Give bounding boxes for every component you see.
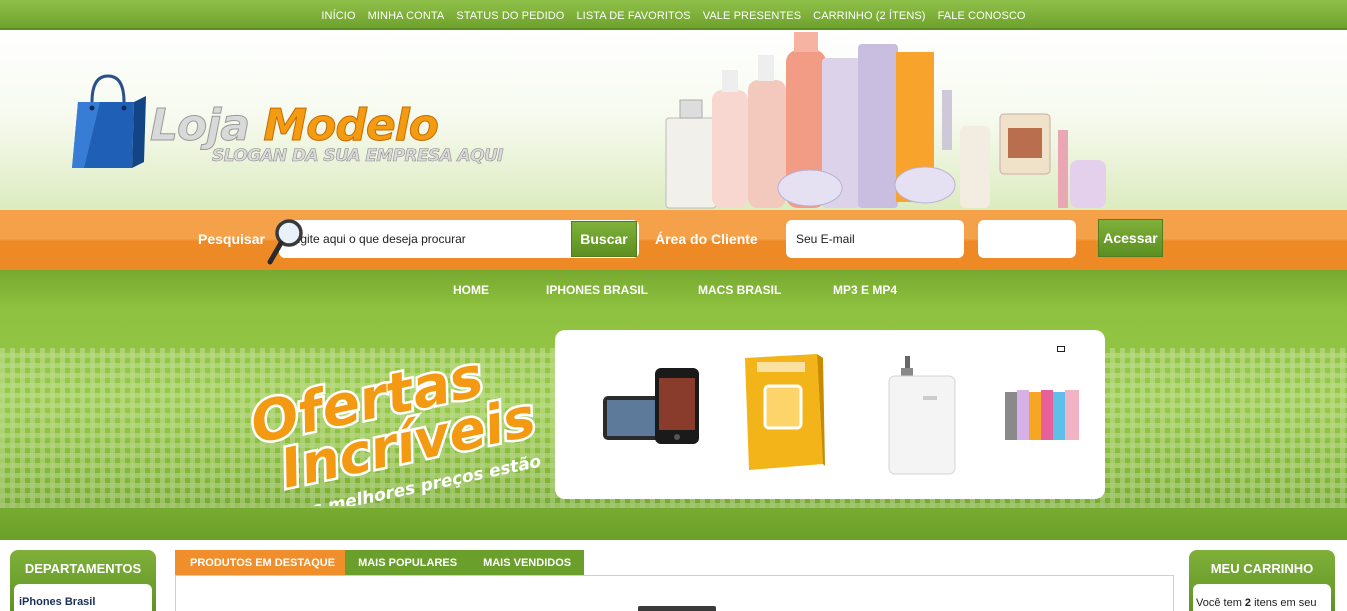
store-logo[interactable]: Loja Modelo	[149, 100, 440, 152]
top-nav-inicio[interactable]: INÍCIO	[315, 10, 361, 22]
menu-item-macs-brasil[interactable]: MACS BRASIL	[698, 283, 781, 297]
department-item-iphones-brasil[interactable]: iPhones Brasil	[17, 596, 149, 608]
password-field[interactable]	[978, 220, 1076, 258]
search-label: Pesquisar	[198, 231, 265, 247]
ofertas-headline[interactable]: Ofertas Incríveis os melhores preços est…	[244, 336, 544, 506]
client-area-label: Área do Cliente	[655, 231, 758, 247]
site-header: Loja Modelo SLOGAN DA SUA EMPRESA AQUI	[0, 30, 1347, 210]
top-navigation-bar: INÍCIO MINHA CONTA STATUS DO PEDIDO LIST…	[0, 0, 1347, 30]
top-nav-list: INÍCIO MINHA CONTA STATUS DO PEDIDO LIST…	[0, 0, 1347, 22]
product-thumbnail-top[interactable]	[638, 606, 716, 611]
top-nav-fale-conosco[interactable]: FALE CONOSCO	[932, 10, 1032, 22]
tab-content-panel	[175, 575, 1174, 611]
email-field[interactable]: Seu E-mail	[786, 220, 964, 258]
menu-item-iphones-brasil[interactable]: IPHONES BRASIL	[546, 283, 648, 297]
office-box-image[interactable]	[743, 352, 825, 472]
main-menu: HOME IPHONES BRASIL MACS BRASIL MP3 E MP…	[0, 270, 1347, 308]
cart-text-pre: Você tem	[1196, 597, 1245, 609]
login-button[interactable]: Acessar	[1098, 219, 1163, 257]
ipod-socks-image[interactable]	[1003, 386, 1083, 442]
top-nav-vale-presentes[interactable]: VALE PRESENTES	[697, 10, 807, 22]
logo-word-loja: Loja	[149, 100, 250, 152]
search-login-bar: Pesquisar Digite aqui o que deseja procu…	[0, 210, 1347, 270]
departments-list: iPhones Brasil	[14, 584, 152, 611]
product-showcase[interactable]	[555, 330, 1105, 499]
shopping-bag-icon[interactable]	[70, 72, 148, 172]
tab-mais-vendidos[interactable]: MAIS VENDIDOS	[470, 550, 585, 575]
search-button[interactable]: Buscar	[571, 221, 637, 257]
tab-mais-populares[interactable]: MAIS POPULARES	[345, 550, 471, 575]
cart-box: MEU CARRINHO Você tem 2 itens em seu	[1189, 550, 1335, 611]
departments-box: DEPARTAMENTOS iPhones Brasil	[10, 550, 156, 611]
cart-text-post: itens em seu	[1251, 597, 1317, 609]
product-tabs: PRODUTOS EM DESTAQUE MAIS POPULARES MAIS…	[175, 550, 585, 575]
menu-item-mp3-mp4[interactable]: MP3 E MP4	[833, 283, 897, 297]
cosmetics-products-image	[665, 32, 1106, 209]
menu-item-home[interactable]: HOME	[453, 283, 489, 297]
magnifier-icon	[267, 219, 303, 265]
store-slogan: SLOGAN DA SUA EMPRESA AQUI	[212, 146, 504, 167]
top-nav-carrinho[interactable]: CARRINHO (2 ÍTENS)	[807, 10, 931, 22]
cart-title: MEU CARRINHO	[1210, 561, 1314, 576]
logo-word-modelo: Modelo	[263, 100, 440, 152]
slideshow-control-button[interactable]	[1057, 346, 1065, 352]
departments-title: DEPARTAMENTOS	[24, 561, 142, 576]
tab-produtos-destaque[interactable]: PRODUTOS EM DESTAQUE	[175, 550, 346, 575]
top-nav-status-pedido[interactable]: STATUS DO PEDIDO	[450, 10, 570, 22]
top-nav-minha-conta[interactable]: MINHA CONTA	[362, 10, 451, 22]
cart-summary: Você tem 2 itens em seu	[1193, 584, 1331, 611]
top-nav-lista-favoritos[interactable]: LISTA DE FAVORITOS	[570, 10, 696, 22]
ipod-iphone-image[interactable]	[601, 366, 701, 446]
promo-banner: Ofertas Incríveis os melhores preços est…	[0, 308, 1347, 540]
wireless-adapter-image[interactable]	[885, 354, 959, 476]
